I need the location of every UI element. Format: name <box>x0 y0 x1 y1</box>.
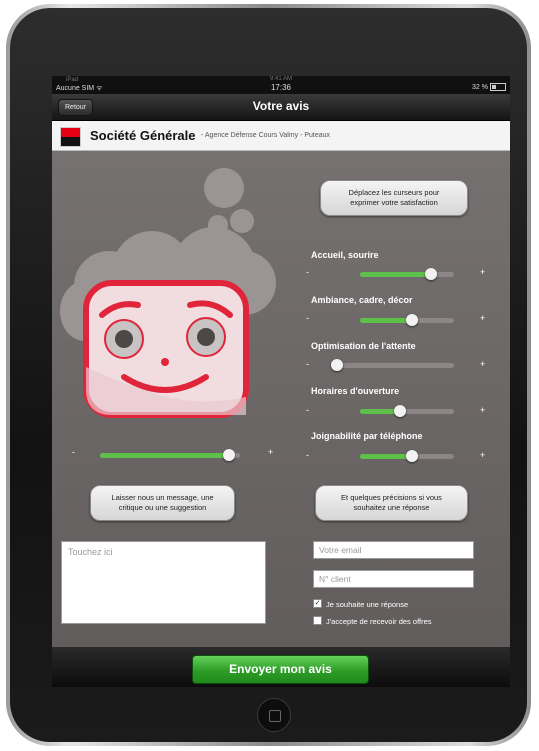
right-pupil <box>197 328 215 346</box>
slider-knob[interactable] <box>394 405 407 417</box>
offers-checkbox-label: J'accepte de recevoir des offres <box>326 617 432 626</box>
time-ghost-text: 9:41 AM <box>269 76 292 82</box>
slider-attente[interactable] <box>331 359 454 371</box>
agency-name: - Agence Défense Cours Valmy - Puteaux <box>201 132 331 139</box>
overall-slider-plus: + <box>268 447 274 457</box>
battery-percent: 32 % <box>472 83 488 91</box>
slider-label-joignabilite: Joignabilité par téléphone <box>311 431 423 441</box>
submit-review-button[interactable]: Envoyer mon avis <box>192 655 369 684</box>
societe-generale-logo <box>60 127 81 147</box>
app-screen: iPad Aucune SIM ᯤ 9:41 AM 17:36 32 % Ret… <box>52 76 510 687</box>
bubble-large <box>204 168 244 208</box>
slider-label-horaires: Horaires d'ouverture <box>311 386 400 396</box>
home-button[interactable] <box>257 698 291 732</box>
slider-plus: + <box>480 405 486 415</box>
slider-minus: - <box>306 405 309 415</box>
brand-name: Société Générale <box>90 128 196 143</box>
bubble-medium <box>230 209 254 233</box>
logo-black-square <box>61 137 80 146</box>
email-field[interactable]: Votre email <box>313 541 474 559</box>
slider-fill <box>100 453 229 458</box>
page-title: Votre avis <box>252 99 310 113</box>
reply-checkbox-label: Je souhaite une réponse <box>326 600 409 609</box>
slider-knob[interactable] <box>424 268 437 280</box>
message-textarea[interactable]: Touchez ici <box>61 541 266 624</box>
bottom-toolbar: Envoyer mon avis <box>52 647 510 687</box>
slider-knob[interactable] <box>405 450 418 462</box>
nose <box>161 358 169 366</box>
slider-accueil[interactable] <box>360 268 454 280</box>
instructions-pill: Déplacez les curseurs pour exprimer votr… <box>320 180 468 216</box>
status-bar: iPad Aucune SIM ᯤ 9:41 AM 17:36 32 % <box>52 76 510 94</box>
navigation-bar: Retour Votre avis <box>52 94 510 121</box>
reply-prompt-pill: Et quelques précisions si vous souhaitez… <box>315 485 468 521</box>
slider-plus: + <box>480 450 486 460</box>
slider-label-ambiance: Ambiance, cadre, décor <box>311 295 413 305</box>
reply-checkbox[interactable]: ✓ <box>313 599 322 608</box>
overall-slider-minus: - <box>72 447 75 457</box>
battery-status: 32 % <box>472 83 506 91</box>
client-number-field[interactable]: N° client <box>313 570 474 588</box>
slider-minus: - <box>306 450 309 460</box>
offers-checkbox[interactable] <box>313 616 322 625</box>
slider-plus: + <box>480 267 486 277</box>
slider-fill <box>360 454 412 459</box>
slider-minus: - <box>306 313 309 323</box>
satisfaction-face <box>83 280 249 418</box>
left-pupil <box>115 330 133 348</box>
slider-ambiance[interactable] <box>360 314 454 326</box>
overall-satisfaction-slider[interactable] <box>100 449 240 461</box>
message-prompt-pill: Laisser nous un message, une critique ou… <box>90 485 235 521</box>
slider-label-accueil: Accueil, sourire <box>311 250 379 260</box>
slider-knob[interactable] <box>222 449 235 461</box>
slider-minus: - <box>306 267 309 277</box>
slider-knob[interactable] <box>405 314 418 326</box>
status-time: 17:36 <box>270 83 292 92</box>
slider-fill <box>360 318 412 323</box>
slider-joignabilite[interactable] <box>360 450 454 462</box>
slider-horaires[interactable] <box>360 405 454 417</box>
slider-plus: + <box>480 313 486 323</box>
battery-icon <box>490 83 506 91</box>
slider-label-attente: Optimisation de l'attente <box>311 341 416 351</box>
brand-header: Société Générale - Agence Défense Cours … <box>52 121 510 151</box>
slider-fill <box>360 272 431 277</box>
logo-red-square <box>61 128 80 137</box>
slider-knob[interactable] <box>331 359 343 371</box>
slider-plus: + <box>480 359 486 369</box>
slider-minus: - <box>306 359 309 369</box>
